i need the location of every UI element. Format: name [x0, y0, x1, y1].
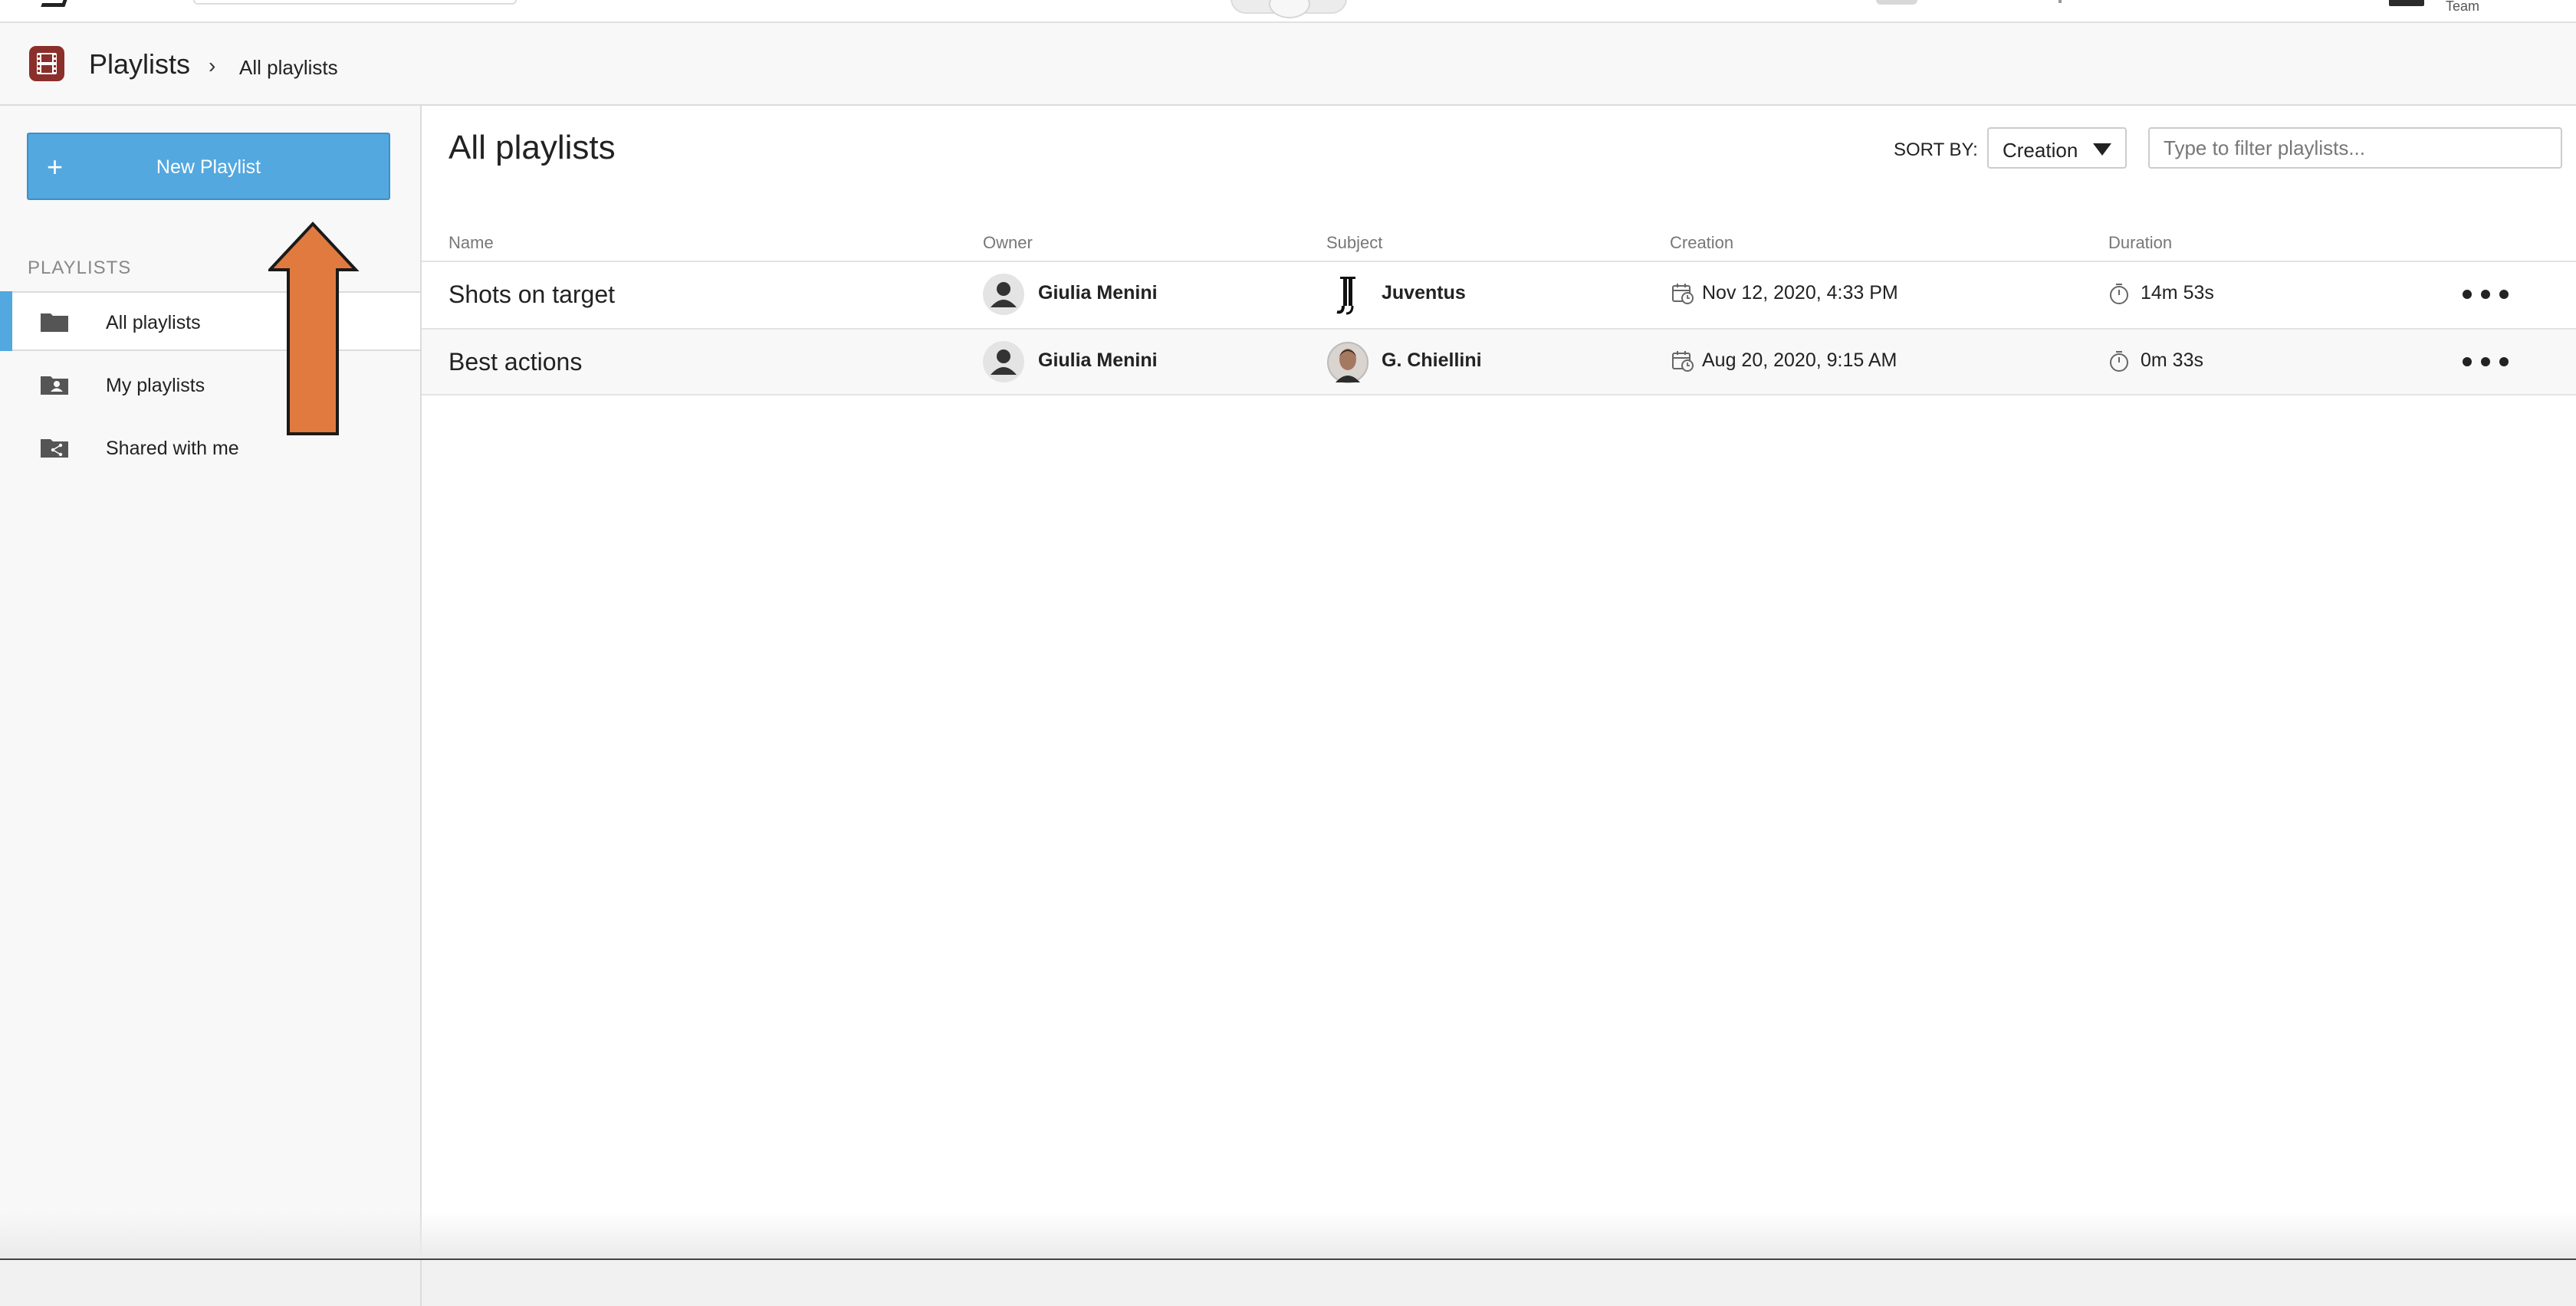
page-title[interactable]: Playlists [89, 48, 190, 80]
team-avatar[interactable] [2389, 0, 2424, 6]
section-label-playlists: PLAYLISTS [28, 258, 132, 278]
subject-name: Juventus [1382, 282, 1466, 304]
global-search-input[interactable] [193, 0, 517, 5]
folder-icon [41, 313, 68, 332]
playlist-name[interactable]: Shots on target [449, 281, 615, 309]
app-logo-icon[interactable] [41, 0, 69, 7]
owner-avatar-icon [983, 341, 1024, 382]
subject-name: G. Chiellini [1382, 349, 1482, 371]
column-header-name[interactable]: Name [449, 233, 494, 253]
top-app-bar: Team [0, 0, 2576, 23]
more-options-icon[interactable] [2459, 346, 2513, 377]
page-heading: All playlists [449, 129, 616, 166]
sidebar-item-label: All playlists [106, 312, 201, 333]
more-options-icon[interactable] [2459, 279, 2513, 310]
stopwatch-icon [2110, 351, 2128, 372]
page-header: Playlists › All playlists [0, 23, 2576, 106]
creation-date: Aug 20, 2020, 9:15 AM [1702, 349, 1898, 371]
player-photo-icon [1327, 342, 1368, 383]
column-header-subject[interactable]: Subject [1326, 233, 1382, 253]
breadcrumb-separator: › [209, 54, 216, 77]
owner-avatar-icon [983, 274, 1024, 315]
stopwatch-icon [2110, 284, 2128, 304]
bottom-shadow [0, 1211, 2576, 1258]
toggle-switch[interactable] [1876, 0, 1917, 5]
divider [2058, 0, 2062, 3]
main-content: All playlists SORT BY: Creation Name Own… [422, 106, 2576, 1304]
owner-name: Giulia Menini [1038, 282, 1158, 304]
playlist-duration: 14m 53s [2141, 282, 2214, 304]
column-header-owner[interactable]: Owner [983, 233, 1033, 253]
caret-down-icon [2093, 143, 2111, 156]
playlist-duration: 0m 33s [2141, 349, 2203, 371]
filter-input[interactable] [2148, 127, 2562, 169]
table-row[interactable]: Best actions Giulia Menini G. Chiellini … [422, 328, 2576, 395]
sort-dropdown[interactable]: Creation [1987, 127, 2127, 169]
mode-switch[interactable] [1230, 0, 1347, 18]
calendar-clock-icon [1672, 284, 1694, 304]
juventus-logo-icon [1336, 277, 1355, 315]
user-folder-icon [41, 376, 68, 395]
shared-folder-icon [41, 439, 68, 458]
new-playlist-label: New Playlist [156, 156, 261, 178]
divider [420, 1260, 422, 1306]
creation-date: Nov 12, 2020, 4:33 PM [1702, 282, 1898, 304]
sort-label: SORT BY: [1894, 139, 1978, 160]
table-row[interactable]: Shots on target Giulia Menini Juventus N… [422, 261, 2576, 328]
breadcrumb-current: All playlists [239, 56, 338, 79]
owner-name: Giulia Menini [1038, 349, 1158, 371]
sort-value: Creation [2003, 139, 2078, 162]
playlist-name[interactable]: Best actions [449, 348, 582, 376]
arrow-annotation-icon [268, 221, 360, 435]
team-label: Team [2446, 0, 2480, 14]
sidebar-item-label: Shared with me [106, 438, 239, 459]
sidebar-item-label: My playlists [106, 375, 205, 396]
bottom-bar [0, 1258, 2576, 1306]
column-header-creation[interactable]: Creation [1670, 233, 1733, 253]
calendar-clock-icon [1672, 351, 1694, 372]
playlists-app-icon [29, 46, 64, 81]
column-header-duration[interactable]: Duration [2108, 233, 2172, 253]
new-playlist-button[interactable]: + New Playlist [27, 133, 390, 200]
